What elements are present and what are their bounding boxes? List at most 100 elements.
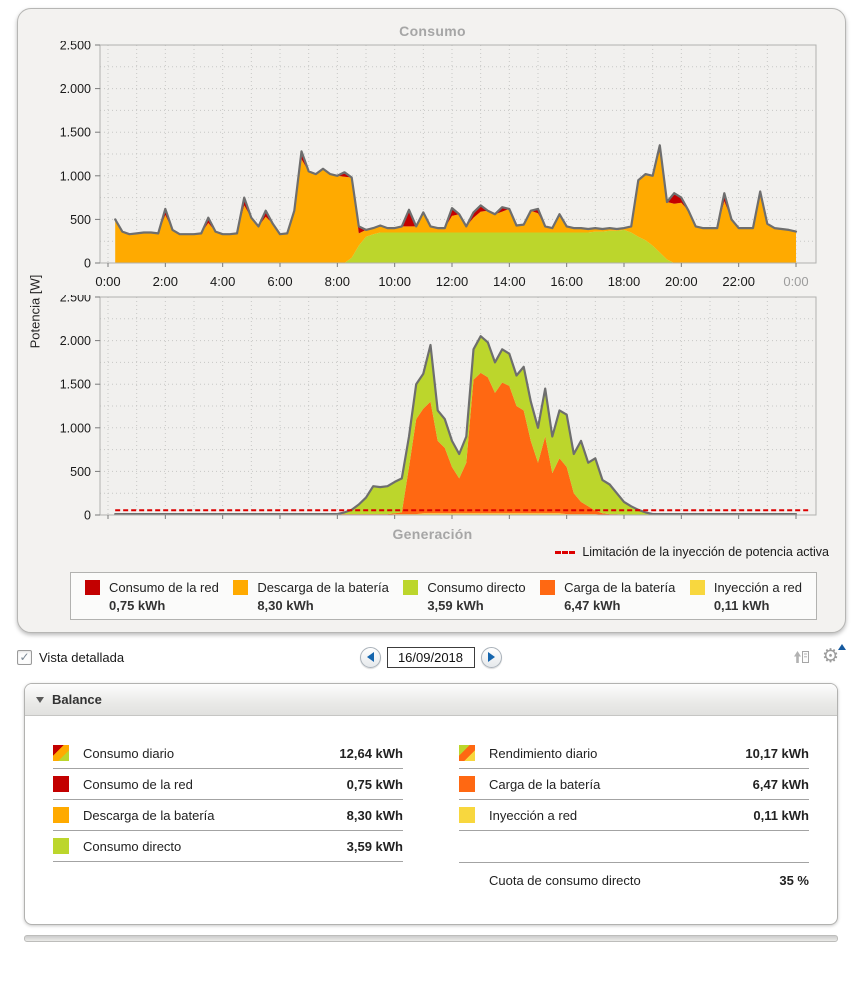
balance-value: 3,59 kWh — [347, 839, 403, 854]
controls-row: ✓ Vista detallada ⚙ — [17, 643, 844, 671]
svg-text:6:00: 6:00 — [267, 274, 292, 289]
balance-label: Inyección a red — [489, 808, 753, 823]
svg-text:1.500: 1.500 — [60, 378, 91, 392]
balance-row: Consumo diario12,64 kWh — [53, 738, 403, 769]
balance-swatch — [53, 807, 69, 823]
legend-swatch — [540, 580, 555, 595]
legend-item: Consumo directo 3,59 kWh — [403, 580, 525, 613]
next-day-button[interactable] — [481, 647, 502, 668]
balance-body: Consumo diario12,64 kWhConsumo de la red… — [25, 716, 837, 924]
svg-text:0: 0 — [84, 257, 91, 271]
balance-left-column: Consumo diario12,64 kWhConsumo de la red… — [53, 738, 403, 898]
legend-swatch — [690, 580, 705, 595]
date-navigation — [360, 647, 502, 668]
balance-header[interactable]: Balance — [25, 684, 837, 716]
svg-text:500: 500 — [70, 213, 91, 227]
balance-swatch — [459, 776, 475, 792]
right-arrow-icon — [488, 652, 495, 662]
y-axis-label: Potencia [W] — [28, 267, 43, 357]
publish-icon[interactable] — [792, 647, 812, 667]
balance-swatch — [459, 807, 475, 823]
quota-label: Cuota de consumo directo — [459, 873, 779, 888]
svg-text:0:00: 0:00 — [95, 274, 120, 289]
svg-text:2.000: 2.000 — [60, 82, 91, 96]
balance-value: 10,17 kWh — [745, 746, 809, 761]
balance-value: 0,75 kWh — [347, 777, 403, 792]
legend-item: Inyección a red 0,11 kWh — [690, 580, 802, 613]
plot-chart-consumo: 05001.0001.5002.0002.5000:002:004:006:00… — [30, 41, 830, 295]
legend-value: 0,75 kWh — [109, 598, 219, 613]
detail-view-toggle[interactable]: ✓ Vista detallada — [17, 650, 124, 665]
svg-text:2.500: 2.500 — [60, 41, 91, 53]
svg-text:22:00: 22:00 — [722, 274, 755, 289]
svg-text:14:00: 14:00 — [493, 274, 526, 289]
generacion-title-row: Generación Limitación de la inyección de… — [30, 526, 835, 566]
balance-row: Consumo de la red0,75 kWh — [53, 769, 403, 800]
balance-swatch — [53, 838, 69, 854]
detail-view-label: Vista detallada — [39, 650, 124, 665]
date-input[interactable] — [387, 647, 475, 668]
legend-label: Descarga de la batería — [257, 580, 389, 595]
legend-swatch — [233, 580, 248, 595]
balance-row: Descarga de la batería8,30 kWh — [53, 800, 403, 831]
svg-text:0:00: 0:00 — [783, 274, 808, 289]
gear-icon: ⚙ — [822, 646, 839, 667]
balance-value: 8,30 kWh — [347, 808, 403, 823]
legend-label: Consumo directo — [427, 580, 525, 595]
svg-text:8:00: 8:00 — [325, 274, 350, 289]
svg-text:16:00: 16:00 — [550, 274, 583, 289]
left-arrow-icon — [367, 652, 374, 662]
legend-swatch — [403, 580, 418, 595]
balance-panel: Balance Consumo diario12,64 kWhConsumo d… — [24, 683, 838, 925]
balance-row: Consumo directo3,59 kWh — [53, 831, 403, 862]
svg-text:1.000: 1.000 — [60, 421, 91, 435]
balance-label: Descarga de la batería — [83, 808, 347, 823]
balance-value: 0,11 kWh — [753, 808, 809, 823]
limit-line-label: Limitación de la inyección de potencia a… — [582, 545, 829, 559]
legend-value: 6,47 kWh — [564, 598, 675, 613]
svg-text:2.000: 2.000 — [60, 334, 91, 348]
balance-label: Consumo diario — [83, 746, 339, 761]
checkbox-checked-icon[interactable]: ✓ — [17, 650, 32, 665]
svg-text:10:00: 10:00 — [378, 274, 411, 289]
toolbar-icons: ⚙ — [792, 647, 844, 667]
dashed-line-icon — [555, 551, 575, 554]
legend-value: 8,30 kWh — [257, 598, 389, 613]
chart-legend: Consumo de la red 0,75 kWh Descarga de la … — [70, 572, 817, 620]
legend-label: Consumo de la red — [109, 580, 219, 595]
balance-label: Consumo de la red — [83, 777, 347, 792]
balance-title: Balance — [52, 692, 102, 707]
svg-text:18:00: 18:00 — [608, 274, 641, 289]
balance-row: Inyección a red0,11 kWh — [459, 800, 809, 831]
svg-text:2:00: 2:00 — [153, 274, 178, 289]
generacion-chart: 05001.0001.5002.0002.500 — [30, 295, 835, 524]
balance-label: Consumo directo — [83, 839, 347, 854]
balance-label: Rendimiento diario — [489, 746, 745, 761]
svg-text:500: 500 — [70, 465, 91, 479]
legend-value: 3,59 kWh — [427, 598, 525, 613]
legend-label: Carga de la batería — [564, 580, 675, 595]
legend-value: 0,11 kWh — [714, 598, 802, 613]
prev-day-button[interactable] — [360, 647, 381, 668]
svg-text:4:00: 4:00 — [210, 274, 235, 289]
collapsed-panel-bar[interactable] — [24, 935, 838, 942]
balance-spacer — [459, 831, 809, 862]
diagram-panel: Potencia [W] Consumo 0 500 1.000 1.500 2.000… — [17, 8, 846, 633]
expand-triangle-icon — [838, 644, 846, 650]
legend-item: Descarga de la batería 8,30 kWh — [233, 580, 389, 613]
consumo-chart-title: Consumo — [30, 23, 835, 39]
svg-text:20:00: 20:00 — [665, 274, 698, 289]
quota-value: 35 % — [779, 873, 809, 888]
diagram-settings-icon[interactable]: ⚙ — [822, 647, 844, 667]
quota-row: Cuota de consumo directo35 % — [459, 862, 809, 898]
svg-text:2.500: 2.500 — [60, 295, 91, 305]
legend-swatch — [85, 580, 100, 595]
generacion-chart-title: Generación — [30, 526, 835, 542]
legend-item: Consumo de la red 0,75 kWh — [85, 580, 219, 613]
balance-row: Rendimiento diario10,17 kWh — [459, 738, 809, 769]
balance-swatch — [459, 745, 475, 761]
svg-text:1.500: 1.500 — [60, 126, 91, 140]
consumo-chart: 05001.0001.5002.0002.5000:002:004:006:00… — [30, 41, 835, 295]
collapse-triangle-icon — [36, 697, 44, 703]
legend-label: Inyección a red — [714, 580, 802, 595]
